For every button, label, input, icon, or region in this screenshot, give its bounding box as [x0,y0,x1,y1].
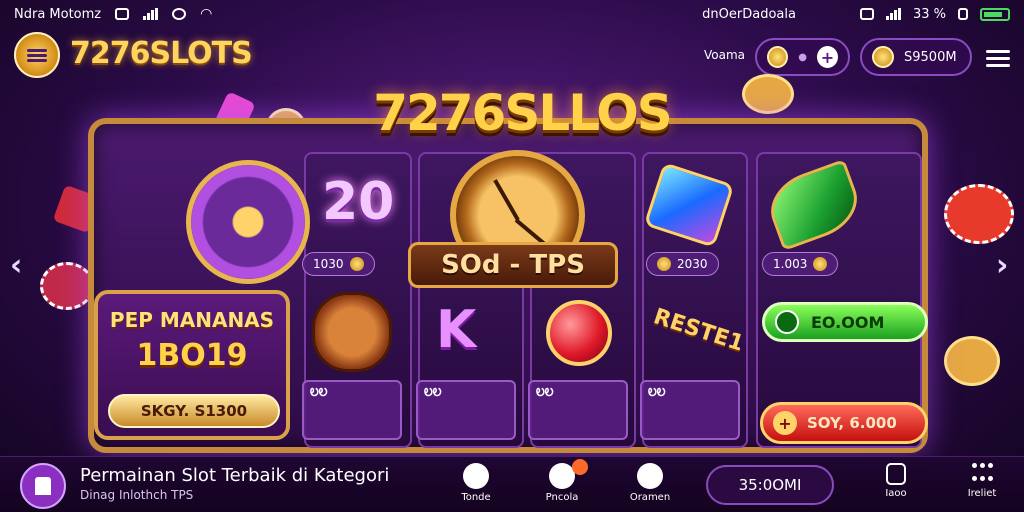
bottom-bar: Permainan Slot Terbaik di Kategori Dinag… [0,456,1024,512]
big-number-symbol: 20 [322,172,395,232]
coin-icon [767,46,789,68]
nav-label: Oramen [629,492,671,503]
ruby-icon [546,300,612,366]
nav-label: Pncola [545,492,579,503]
promo-title: PEP MANANAS [109,308,275,332]
gear-icon [463,463,489,489]
coin-icon [813,257,828,271]
balance-pill[interactable]: S9500M [860,38,972,76]
poker-chip-icon [944,184,1014,244]
reel-tile: ᎧᎧ [528,380,628,440]
nav-item-iaoo[interactable]: Iaoo [866,463,926,499]
status-bar: Ndra Motomz ◠ dnOerDadoala 33 % [0,0,1024,28]
nav-item-ireliet[interactable]: Ireliet [952,463,1012,499]
plus-icon: + [773,411,797,435]
green-button-label: EO.OOM [811,312,885,332]
tile-label: ᎧᎧ [310,386,328,399]
wallet-pill[interactable]: ● + [755,38,850,76]
reel-value: 1.003 [762,252,839,276]
coin-icon [349,257,364,271]
network-label: dnOerDadoala [702,6,796,22]
battery-percent: 33 % [912,6,946,22]
page-subtitle: Dinag Inlothch TPS [80,488,194,502]
reel-tile: ᎧᎧ [416,380,516,440]
nav-item-oramen[interactable]: Oramen [620,463,680,503]
nav-label: Tonde [461,492,491,503]
promo-card[interactable]: PEP MANANAS 1BO19 SKGY. S1300 [94,290,290,440]
menu-button[interactable] [14,32,60,78]
nav-label: Iaoo [885,488,907,499]
reel-value-text: 1.003 [773,257,808,271]
reel-value-text: 2030 [677,257,708,271]
home-icon[interactable] [20,463,66,509]
promo-number: 1BO19 [136,338,248,373]
top-bar: 7276SLOTS Voama ● + S9500M [0,30,1024,86]
vibrate-icon [859,8,874,20]
dot-separator: ● [798,51,807,63]
red-button-label: SOY, 6.000 [807,414,897,432]
hamburger-icon[interactable] [986,46,1010,71]
menu-icon [27,47,47,64]
building-icon [886,463,906,485]
promo-claim-button[interactable]: SKGY. S1300 [108,394,280,428]
reel-tile: ᎧᎧ [302,380,402,440]
tile-label: ᎧᎧ [648,386,666,399]
check-icon [775,310,799,334]
battery-icon [980,7,1010,21]
plus-icon[interactable]: + [816,46,838,68]
reel-value-text: 1030 [313,257,344,271]
page-title: Permainan Slot Terbaik di Kategori [80,465,390,486]
green-bet-button[interactable]: EO.OOM [762,302,928,342]
gold-coin-icon [944,336,1000,386]
game-logo: 7276SLLOS [373,84,673,142]
carrier-label: Ndra Motomz [14,6,102,22]
tile-label: ᎧᎧ [536,386,554,399]
poker-chip-icon [40,262,94,310]
nav-item-tonde[interactable]: Tonde [446,463,506,503]
balance-value: S9500M [904,49,957,65]
gold-coin-icon [742,74,794,114]
tile-label: ᎧᎧ [424,386,442,399]
reel-value: 2030 [646,252,719,276]
signal-bars-icon [885,8,901,20]
bottom-balance[interactable]: 35:0OMI [706,465,834,505]
reel-value: 1030 [302,252,375,276]
k-symbol: K [436,300,477,360]
player-label: Voama [704,48,746,62]
sync-icon [172,8,187,20]
notification-badge [572,459,588,475]
coin-icon [872,46,894,68]
coin-icon [657,257,671,271]
reel-tile: ᎧᎧ [640,380,740,440]
fortune-wheel-icon [186,160,310,284]
face-icon [637,463,663,489]
red-spin-button[interactable]: + SOY, 6.000 [760,402,928,444]
brand-logo: 7276SLOTS [70,36,253,71]
chevron-left-icon[interactable]: ‹ [10,248,22,283]
monkey-symbol-icon [312,292,392,372]
nav-label: Ireliet [967,488,997,499]
chevron-right-icon[interactable]: › [996,248,1008,283]
wifi-icon: ◠ [200,6,213,22]
signal-icon [143,8,159,20]
grid-icon [970,463,994,485]
game-banner: SOd - TPS [408,242,618,288]
notification-icon [115,8,130,20]
lock-icon [958,8,968,20]
